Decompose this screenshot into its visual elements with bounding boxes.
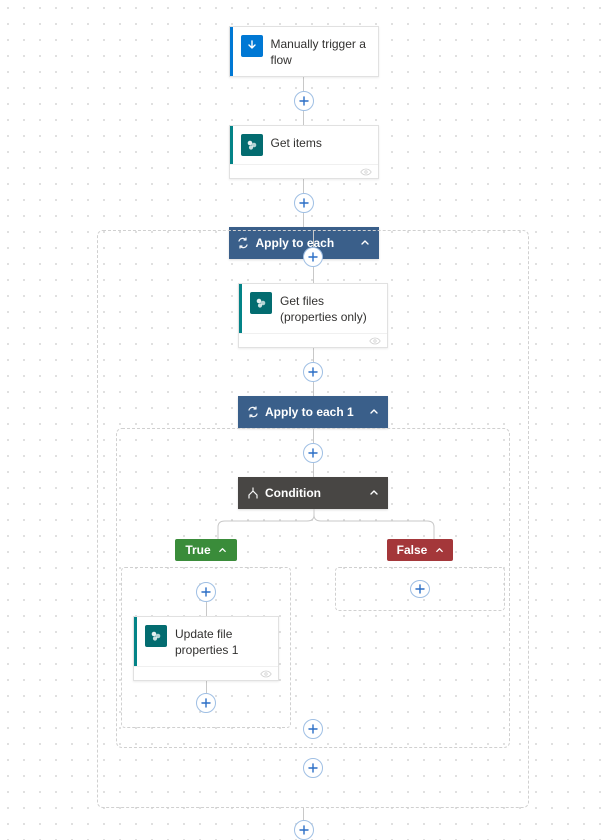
get-files-card[interactable]: Get files (properties only) <box>238 283 388 348</box>
connector-line <box>303 213 304 227</box>
connector-line <box>313 429 314 443</box>
connector-line <box>303 111 304 125</box>
connector-line <box>206 602 207 616</box>
sharepoint-icon <box>241 134 263 156</box>
apply-to-each-1-header[interactable]: Apply to each 1 <box>238 396 388 428</box>
add-step-button[interactable] <box>196 582 216 602</box>
manual-trigger-icon <box>241 35 263 57</box>
update-file-card[interactable]: Update file properties 1 <box>133 616 279 681</box>
chevron-up-icon <box>217 544 229 556</box>
get-files-title: Get files (properties only) <box>280 292 377 325</box>
condition-header[interactable]: Condition <box>238 477 388 509</box>
false-label: False <box>397 543 428 557</box>
add-step-button[interactable] <box>294 820 314 840</box>
peek-icon <box>369 337 381 345</box>
true-branch-badge[interactable]: True <box>175 539 236 561</box>
connector-line <box>313 348 314 362</box>
add-step-button[interactable] <box>303 362 323 382</box>
connector-line <box>206 681 207 693</box>
add-step-button[interactable] <box>303 247 323 267</box>
connector-line <box>313 267 314 283</box>
loop-icon <box>246 406 259 419</box>
peek-icon <box>360 168 372 176</box>
apply-to-each-1-scope: Condition True <box>116 428 510 748</box>
add-step-button[interactable] <box>196 693 216 713</box>
add-step-button[interactable] <box>303 758 323 778</box>
connector-line <box>313 382 314 396</box>
chevron-up-icon <box>368 406 380 418</box>
get-items-title: Get items <box>271 134 368 152</box>
connector-line <box>313 463 314 477</box>
connector-line <box>303 179 304 193</box>
connector-line <box>313 231 314 247</box>
connector-line <box>303 808 304 820</box>
add-step-button[interactable] <box>294 91 314 111</box>
apply-to-each-scope: Get files (properties only) Apply to eac… <box>97 230 529 808</box>
true-label: True <box>185 543 210 557</box>
sharepoint-icon <box>250 292 272 314</box>
peek-icon <box>260 670 272 678</box>
condition-icon <box>246 487 259 500</box>
sharepoint-icon <box>145 625 167 647</box>
update-file-title: Update file properties 1 <box>175 625 268 658</box>
chevron-up-icon <box>368 487 380 499</box>
branch-connector <box>117 509 509 539</box>
false-branch-badge[interactable]: False <box>387 539 454 561</box>
trigger-card[interactable]: Manually trigger a flow <box>229 26 379 77</box>
add-step-button[interactable] <box>294 193 314 213</box>
true-branch-box: Update file properties 1 <box>121 567 291 728</box>
connector-line <box>303 77 304 91</box>
trigger-title: Manually trigger a flow <box>271 35 368 68</box>
false-branch-box <box>335 567 505 611</box>
chevron-up-icon <box>433 544 445 556</box>
condition-title: Condition <box>265 486 321 500</box>
add-step-button[interactable] <box>303 443 323 463</box>
get-items-card[interactable]: Get items <box>229 125 379 179</box>
apply-to-each-1-title: Apply to each 1 <box>265 405 354 419</box>
add-step-button[interactable] <box>303 719 323 739</box>
add-step-button[interactable] <box>410 580 430 598</box>
